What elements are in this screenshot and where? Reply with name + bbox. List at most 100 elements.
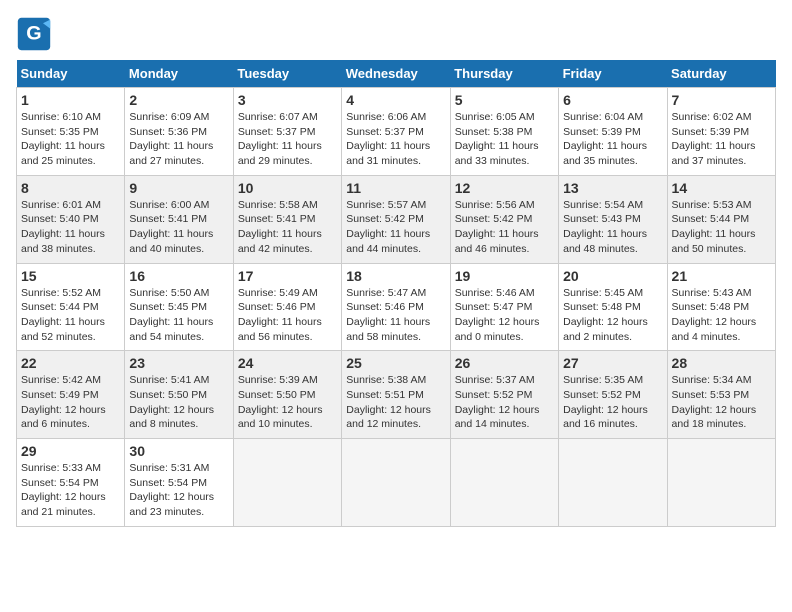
day-info: Sunrise: 5:53 AM Sunset: 5:44 PM Dayligh… <box>672 198 771 257</box>
day-info: Sunrise: 6:02 AM Sunset: 5:39 PM Dayligh… <box>672 110 771 169</box>
calendar-day-cell: 1 Sunrise: 6:10 AM Sunset: 5:35 PM Daylig… <box>17 88 125 176</box>
day-of-week-header: Sunday <box>17 60 125 88</box>
day-info: Sunrise: 6:09 AM Sunset: 5:36 PM Dayligh… <box>129 110 228 169</box>
day-info: Sunrise: 5:41 AM Sunset: 5:50 PM Dayligh… <box>129 373 228 432</box>
day-of-week-header: Thursday <box>450 60 558 88</box>
calendar-day-cell: 26Sunrise: 5:37 AM Sunset: 5:52 PM Dayli… <box>450 351 558 439</box>
calendar-day-cell: 4 Sunrise: 6:06 AM Sunset: 5:37 PM Daylig… <box>342 88 450 176</box>
day-number: 4 <box>346 92 445 108</box>
day-number: 18 <box>346 268 445 284</box>
day-info: Sunrise: 5:43 AM Sunset: 5:48 PM Dayligh… <box>672 286 771 345</box>
calendar-day-cell: 7 Sunrise: 6:02 AM Sunset: 5:39 PM Daylig… <box>667 88 775 176</box>
calendar-day-cell: 15 Sunrise: 5:52 AM Sunset: 5:44 PM Dayli… <box>17 263 125 351</box>
calendar-day-cell: 21 Sunrise: 5:43 AM Sunset: 5:48 PM Dayli… <box>667 263 775 351</box>
calendar-day-cell <box>342 439 450 527</box>
day-info: Sunrise: 5:58 AM Sunset: 5:41 PM Dayligh… <box>238 198 337 257</box>
day-number: 10 <box>238 180 337 196</box>
calendar-header-row: SundayMondayTuesdayWednesdayThursdayFrid… <box>17 60 776 88</box>
logo: G <box>16 16 56 52</box>
day-number: 26 <box>455 355 554 371</box>
day-info: Sunrise: 5:54 AM Sunset: 5:43 PM Dayligh… <box>563 198 662 257</box>
day-info: Sunrise: 5:47 AM Sunset: 5:46 PM Dayligh… <box>346 286 445 345</box>
calendar-week-row: 22 Sunrise: 5:42 AM Sunset: 5:49 PM Dayli… <box>17 351 776 439</box>
day-number: 16 <box>129 268 228 284</box>
day-number: 24 <box>238 355 337 371</box>
day-info: Sunrise: 5:56 AM Sunset: 5:42 PM Dayligh… <box>455 198 554 257</box>
day-info: Sunrise: 5:57 AM Sunset: 5:42 PM Dayligh… <box>346 198 445 257</box>
day-number: 30 <box>129 443 228 459</box>
calendar-day-cell: 8 Sunrise: 6:01 AM Sunset: 5:40 PM Daylig… <box>17 175 125 263</box>
day-number: 6 <box>563 92 662 108</box>
day-number: 28 <box>672 355 771 371</box>
day-number: 19 <box>455 268 554 284</box>
calendar-day-cell: 5Sunrise: 6:05 AM Sunset: 5:38 PM Daylig… <box>450 88 558 176</box>
calendar-week-row: 1 Sunrise: 6:10 AM Sunset: 5:35 PM Daylig… <box>17 88 776 176</box>
calendar-day-cell <box>450 439 558 527</box>
calendar-day-cell: 28 Sunrise: 5:34 AM Sunset: 5:53 PM Dayli… <box>667 351 775 439</box>
day-info: Sunrise: 5:38 AM Sunset: 5:51 PM Dayligh… <box>346 373 445 432</box>
day-number: 11 <box>346 180 445 196</box>
day-number: 15 <box>21 268 120 284</box>
calendar-day-cell: 11 Sunrise: 5:57 AM Sunset: 5:42 PM Dayli… <box>342 175 450 263</box>
day-info: Sunrise: 5:31 AM Sunset: 5:54 PM Dayligh… <box>129 461 228 520</box>
day-info: Sunrise: 6:00 AM Sunset: 5:41 PM Dayligh… <box>129 198 228 257</box>
day-info: Sunrise: 6:01 AM Sunset: 5:40 PM Dayligh… <box>21 198 120 257</box>
day-number: 8 <box>21 180 120 196</box>
day-number: 21 <box>672 268 771 284</box>
day-info: Sunrise: 5:45 AM Sunset: 5:48 PM Dayligh… <box>563 286 662 345</box>
svg-text:G: G <box>26 22 41 44</box>
calendar-day-cell: 25 Sunrise: 5:38 AM Sunset: 5:51 PM Dayli… <box>342 351 450 439</box>
calendar-day-cell: 22 Sunrise: 5:42 AM Sunset: 5:49 PM Dayli… <box>17 351 125 439</box>
day-number: 27 <box>563 355 662 371</box>
day-info: Sunrise: 6:05 AM Sunset: 5:38 PM Dayligh… <box>455 110 554 169</box>
day-info: Sunrise: 5:46 AM Sunset: 5:47 PM Dayligh… <box>455 286 554 345</box>
day-number: 3 <box>238 92 337 108</box>
day-number: 1 <box>21 92 120 108</box>
day-info: Sunrise: 5:42 AM Sunset: 5:49 PM Dayligh… <box>21 373 120 432</box>
day-number: 17 <box>238 268 337 284</box>
day-info: Sunrise: 6:06 AM Sunset: 5:37 PM Dayligh… <box>346 110 445 169</box>
calendar-day-cell: 30 Sunrise: 5:31 AM Sunset: 5:54 PM Dayli… <box>125 439 233 527</box>
day-number: 7 <box>672 92 771 108</box>
day-info: Sunrise: 6:04 AM Sunset: 5:39 PM Dayligh… <box>563 110 662 169</box>
day-info: Sunrise: 6:07 AM Sunset: 5:37 PM Dayligh… <box>238 110 337 169</box>
calendar-day-cell <box>667 439 775 527</box>
calendar-day-cell: 10 Sunrise: 5:58 AM Sunset: 5:41 PM Dayli… <box>233 175 341 263</box>
calendar-day-cell: 16Sunrise: 5:50 AM Sunset: 5:45 PM Dayli… <box>125 263 233 351</box>
calendar-day-cell: 27Sunrise: 5:35 AM Sunset: 5:52 PM Dayli… <box>559 351 667 439</box>
day-of-week-header: Monday <box>125 60 233 88</box>
calendar-day-cell: 3 Sunrise: 6:07 AM Sunset: 5:37 PM Daylig… <box>233 88 341 176</box>
day-of-week-header: Wednesday <box>342 60 450 88</box>
calendar-week-row: 29Sunrise: 5:33 AM Sunset: 5:54 PM Dayli… <box>17 439 776 527</box>
calendar-day-cell: 6 Sunrise: 6:04 AM Sunset: 5:39 PM Daylig… <box>559 88 667 176</box>
calendar-day-cell: 23Sunrise: 5:41 AM Sunset: 5:50 PM Dayli… <box>125 351 233 439</box>
calendar-day-cell: 14 Sunrise: 5:53 AM Sunset: 5:44 PM Dayli… <box>667 175 775 263</box>
day-number: 14 <box>672 180 771 196</box>
calendar-week-row: 15 Sunrise: 5:52 AM Sunset: 5:44 PM Dayli… <box>17 263 776 351</box>
day-number: 20 <box>563 268 662 284</box>
day-of-week-header: Tuesday <box>233 60 341 88</box>
logo-icon: G <box>16 16 52 52</box>
calendar-day-cell: 12Sunrise: 5:56 AM Sunset: 5:42 PM Dayli… <box>450 175 558 263</box>
day-number: 22 <box>21 355 120 371</box>
calendar-day-cell: 9 Sunrise: 6:00 AM Sunset: 5:41 PM Daylig… <box>125 175 233 263</box>
calendar-day-cell: 18 Sunrise: 5:47 AM Sunset: 5:46 PM Dayli… <box>342 263 450 351</box>
day-info: Sunrise: 5:49 AM Sunset: 5:46 PM Dayligh… <box>238 286 337 345</box>
day-number: 9 <box>129 180 228 196</box>
page-header: G <box>16 16 776 52</box>
day-of-week-header: Saturday <box>667 60 775 88</box>
calendar-day-cell: 19 Sunrise: 5:46 AM Sunset: 5:47 PM Dayli… <box>450 263 558 351</box>
calendar-day-cell: 2 Sunrise: 6:09 AM Sunset: 5:36 PM Daylig… <box>125 88 233 176</box>
day-info: Sunrise: 6:10 AM Sunset: 5:35 PM Dayligh… <box>21 110 120 169</box>
day-of-week-header: Friday <box>559 60 667 88</box>
calendar-day-cell: 20 Sunrise: 5:45 AM Sunset: 5:48 PM Dayli… <box>559 263 667 351</box>
day-number: 25 <box>346 355 445 371</box>
day-info: Sunrise: 5:52 AM Sunset: 5:44 PM Dayligh… <box>21 286 120 345</box>
day-number: 2 <box>129 92 228 108</box>
calendar-day-cell: 24 Sunrise: 5:39 AM Sunset: 5:50 PM Dayli… <box>233 351 341 439</box>
day-info: Sunrise: 5:33 AM Sunset: 5:54 PM Dayligh… <box>21 461 120 520</box>
calendar-table: SundayMondayTuesdayWednesdayThursdayFrid… <box>16 60 776 527</box>
day-info: Sunrise: 5:39 AM Sunset: 5:50 PM Dayligh… <box>238 373 337 432</box>
day-info: Sunrise: 5:34 AM Sunset: 5:53 PM Dayligh… <box>672 373 771 432</box>
day-number: 13 <box>563 180 662 196</box>
